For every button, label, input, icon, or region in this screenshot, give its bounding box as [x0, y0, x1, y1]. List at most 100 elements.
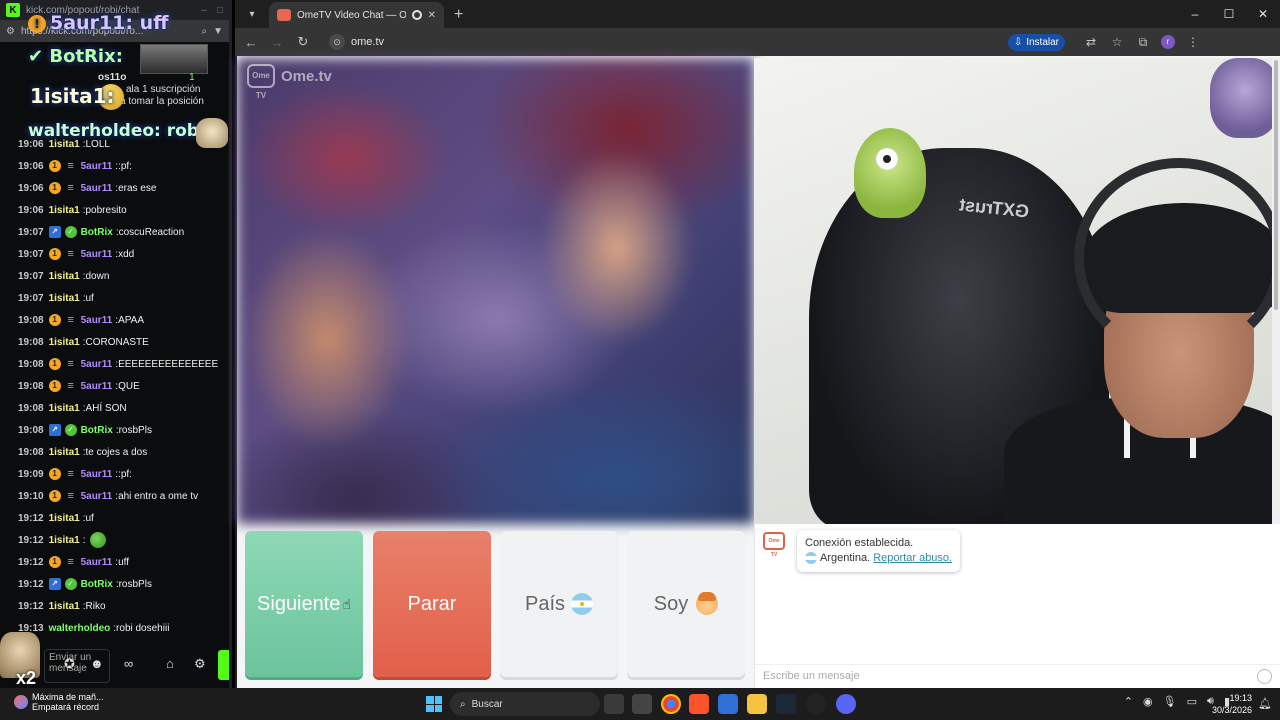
back-icon[interactable]: ←: [243, 35, 259, 50]
address-url[interactable]: ome.tv: [351, 36, 384, 48]
send-button[interactable]: [218, 650, 229, 680]
message-input[interactable]: Escribe un mensaje: [755, 664, 1280, 688]
stream-thumbnail[interactable]: [140, 44, 208, 74]
message-user[interactable]: 5aur11: [81, 249, 113, 260]
chat-message[interactable]: 19:06 1isita1: pobresito: [0, 199, 229, 221]
message-user[interactable]: BotRix: [81, 227, 113, 238]
message-user[interactable]: 5aur11: [81, 381, 113, 392]
message-user[interactable]: 1isita1: [49, 535, 80, 546]
notification-bell-icon[interactable]: 🔔︎: [1258, 697, 1272, 710]
chat-message[interactable]: 19:06 1isita1: LOLL: [0, 133, 229, 155]
points-icon[interactable]: ∞: [124, 656, 133, 671]
gender-button[interactable]: Soy: [627, 531, 745, 677]
message-user[interactable]: BotRix: [81, 425, 113, 436]
chrome-taskbar-icon[interactable]: [661, 694, 681, 714]
close-icon[interactable]: ✕: [1246, 7, 1280, 21]
report-abuse-link[interactable]: Reportar abuso.: [873, 552, 952, 564]
steam-icon[interactable]: [776, 694, 796, 714]
message-user[interactable]: 5aur11: [81, 161, 113, 172]
site-info-icon[interactable]: ⊙: [329, 34, 345, 50]
message-user[interactable]: BotRix: [81, 579, 113, 590]
emoji-icon[interactable]: ☻: [90, 656, 104, 671]
tab-ometv[interactable]: OmeTV Video Chat — Ome ✕: [269, 2, 444, 28]
message-user[interactable]: 1isita1: [49, 271, 80, 282]
chat-message[interactable]: 19:10 1 ≡ 5aur11: ahi entro a ome tv: [0, 485, 229, 507]
task-view-icon[interactable]: [604, 694, 624, 714]
extensions-icon[interactable]: ⧉: [1135, 35, 1151, 50]
message-user[interactable]: 1isita1: [49, 205, 80, 216]
page-scrollbar[interactable]: [1272, 58, 1280, 524]
message-user[interactable]: 5aur11: [81, 557, 113, 568]
message-user[interactable]: 1isita1: [49, 601, 80, 612]
message-user[interactable]: 5aur11: [81, 359, 113, 370]
chat-message[interactable]: 19:08 1isita1: te cojes a dos: [0, 441, 229, 463]
address-bar[interactable]: ⊙ ome.tv ⇩ Instalar: [321, 31, 1073, 53]
obs-icon[interactable]: [806, 694, 826, 714]
reload-icon[interactable]: ↻: [295, 34, 311, 50]
message-user[interactable]: 5aur11: [81, 183, 113, 194]
install-button[interactable]: ⇩ Instalar: [1007, 33, 1065, 51]
chat-message[interactable]: 19:12 1isita1: Riko: [0, 595, 229, 617]
start-button[interactable]: [426, 696, 442, 712]
tab-search-icon[interactable]: ▾: [241, 3, 263, 25]
profile-avatar[interactable]: r: [1161, 35, 1175, 49]
tray-chevron-icon[interactable]: ⌃: [1124, 695, 1133, 708]
message-user[interactable]: 1isita1: [49, 447, 80, 458]
chat-message[interactable]: 19:12 1 ≡ 5aur11: uff: [0, 551, 229, 573]
file-explorer-icon[interactable]: [747, 694, 767, 714]
brave-shield-icon[interactable]: ▼: [213, 26, 223, 37]
translate-icon[interactable]: ⇄: [1083, 35, 1099, 49]
message-user[interactable]: 1isita1: [49, 337, 80, 348]
minimize-icon[interactable]: –: [201, 5, 207, 16]
stop-button[interactable]: Parar: [373, 531, 491, 677]
message-user[interactable]: 1isita1: [49, 403, 80, 414]
chat-message[interactable]: 19:07 1isita1: uf: [0, 287, 229, 309]
brave-icon[interactable]: [689, 694, 709, 714]
message-user[interactable]: 5aur11: [81, 491, 113, 502]
scrollbar-thumb[interactable]: [1274, 60, 1278, 310]
menu-icon[interactable]: ⋮: [1185, 35, 1201, 49]
close-tab-icon[interactable]: ✕: [428, 10, 436, 21]
store-taskbar-icon[interactable]: [718, 694, 738, 714]
country-button[interactable]: País: [500, 531, 618, 677]
emote-picker-icon[interactable]: ✪: [64, 656, 75, 672]
chat-message[interactable]: 19:07 1 ≡ 5aur11: xdd: [0, 243, 229, 265]
network-icon[interactable]: ▭: [1187, 695, 1197, 708]
taskbar-search[interactable]: ⌕ Buscar: [450, 692, 600, 716]
microphone-icon[interactable]: 🎙︎: [1163, 695, 1177, 708]
chat-message[interactable]: 19:12 1isita1: uf: [0, 507, 229, 529]
chat-message[interactable]: 19:09 1 ≡ 5aur11: :pf:: [0, 463, 229, 485]
maximize-icon[interactable]: ☐: [1212, 7, 1246, 21]
message-user[interactable]: 5aur11: [81, 315, 113, 326]
discord-tray-icon[interactable]: ◉: [1143, 695, 1153, 708]
emoji-picker-icon[interactable]: [1257, 669, 1272, 684]
chat-message[interactable]: 19:08 1 ≡ 5aur11: EEEEEEEEEEEEEEE: [0, 353, 229, 375]
bookmark-star-icon[interactable]: ☆: [1109, 35, 1125, 49]
chat-message[interactable]: 19:08 1 ≡ 5aur11: QUE: [0, 375, 229, 397]
next-button[interactable]: Siguiente ☝: [245, 531, 363, 677]
minimize-icon[interactable]: –: [1178, 7, 1212, 21]
forward-icon[interactable]: →: [269, 35, 285, 50]
weather-widget[interactable]: Máxima de mañ... Empatará récord: [14, 692, 104, 712]
epic-games-icon[interactable]: [632, 694, 652, 714]
chat-message[interactable]: 19:08 1 ≡ 5aur11: APAA: [0, 309, 229, 331]
zoom-icon[interactable]: ⌕: [201, 26, 207, 37]
message-user[interactable]: walterholdeo: [49, 623, 111, 634]
message-user[interactable]: 1isita1: [49, 139, 80, 150]
chat-message[interactable]: 19:07 ↗ ✓ BotRix: coscuReaction: [0, 221, 229, 243]
message-user[interactable]: 1isita1: [49, 513, 80, 524]
chat-message-list[interactable]: 19:06 1isita1: LOLL 19:06 1 ≡ 5aur11: :pf: 19:…: [0, 133, 229, 639]
settings-icon[interactable]: ⚙: [194, 656, 206, 672]
chat-message[interactable]: 19:08 1isita1: AHÍ SON: [0, 397, 229, 419]
clock[interactable]: 19:13 30/3/2026: [1212, 692, 1252, 716]
chat-message[interactable]: 19:12 1isita1:: [0, 529, 229, 551]
chat-message[interactable]: 19:08 ↗ ✓ BotRix: rosbPls: [0, 419, 229, 441]
chat-message[interactable]: 19:07 1isita1: down: [0, 265, 229, 287]
store-icon[interactable]: ⌂: [166, 656, 174, 671]
kick-window-controls[interactable]: – □: [201, 5, 223, 16]
chat-message[interactable]: 19:06 1 ≡ 5aur11: :pf:: [0, 155, 229, 177]
new-tab-icon[interactable]: +: [454, 6, 463, 24]
discord-icon[interactable]: [836, 694, 856, 714]
site-settings-icon[interactable]: ⚙: [6, 26, 15, 37]
chat-message[interactable]: 19:06 1 ≡ 5aur11: eras ese: [0, 177, 229, 199]
